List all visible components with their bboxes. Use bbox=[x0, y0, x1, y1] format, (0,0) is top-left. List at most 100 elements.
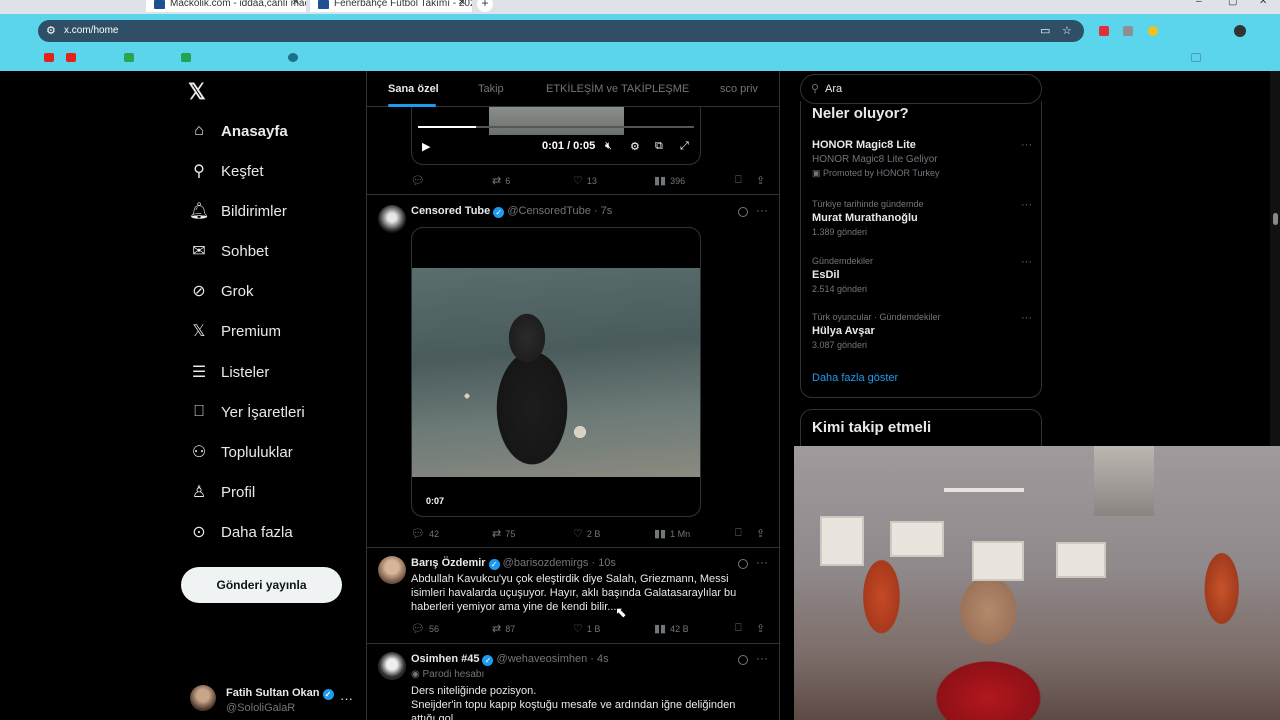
post-button[interactable]: Gönderi yayınla bbox=[181, 567, 342, 603]
tab-list-engagement[interactable]: ETKİLEŞİM ve TAKİPLEŞME bbox=[546, 83, 689, 95]
bookmark-icon[interactable] bbox=[288, 53, 298, 62]
more-icon[interactable]: ··· bbox=[1021, 139, 1032, 151]
reply-button[interactable]: 💬︎ 56 bbox=[411, 622, 439, 635]
trend-item[interactable]: Türk oyuncular · Gündemdekiler Hülya Avş… bbox=[812, 312, 1032, 350]
maximize-icon[interactable]: ▢ bbox=[1228, 0, 1237, 7]
author-handle[interactable]: @CensoredTube bbox=[507, 205, 591, 217]
like-button[interactable]: ♡ 13 bbox=[573, 174, 597, 187]
post-time[interactable]: · 10s bbox=[591, 557, 615, 569]
bookmark-icon[interactable] bbox=[44, 53, 54, 62]
new-tab-icon[interactable]: + bbox=[477, 0, 493, 12]
avatar[interactable] bbox=[378, 205, 406, 233]
like-button[interactable]: ♡ 2 B bbox=[573, 527, 600, 540]
nav-item-premium[interactable]: 𝕏 Premium bbox=[188, 316, 281, 346]
author-name[interactable]: Barış Özdemir bbox=[411, 557, 486, 569]
nav-item-bookmarks[interactable]: ⎕ Yer İşaretleri bbox=[188, 397, 304, 427]
pip-icon[interactable]: ⧉ bbox=[655, 140, 663, 153]
more-icon[interactable]: ··· bbox=[756, 651, 768, 665]
more-icon[interactable]: ··· bbox=[1021, 199, 1032, 211]
views-button[interactable]: ▮▮ 1 Mn bbox=[654, 527, 690, 540]
more-icon[interactable]: ··· bbox=[756, 555, 768, 569]
account-switcher[interactable]: Fatih Sultan Okan ✓ @SololiGalaR ··· bbox=[190, 685, 360, 715]
url-text[interactable]: x.com/home bbox=[64, 25, 118, 36]
tab-for-you[interactable]: Sana özel bbox=[388, 83, 439, 95]
scrollbar[interactable] bbox=[1270, 71, 1280, 446]
search-input[interactable]: ⚲ Ara bbox=[800, 74, 1042, 104]
author-handle[interactable]: @wehaveosimhen bbox=[497, 653, 588, 665]
address-bar[interactable]: ⚙ x.com/home ▭ ☆ bbox=[38, 20, 1084, 42]
bookmark-button[interactable]: ⎕ bbox=[735, 174, 746, 187]
mute-icon[interactable]: 🔇︎ bbox=[605, 140, 612, 153]
window-close-icon[interactable]: ✕ bbox=[1259, 0, 1267, 7]
reply-button[interactable]: 💬︎ 42 bbox=[411, 527, 439, 540]
browser-tab[interactable]: Fenerbahçe Futbol Takımı - 202 ✕ bbox=[310, 0, 472, 12]
folder-icon[interactable] bbox=[1191, 53, 1201, 62]
trend-item[interactable]: Türkiye tarihinde gündemde Murat Muratha… bbox=[812, 199, 1032, 237]
bookmark-button[interactable]: ⎕ bbox=[735, 527, 746, 540]
grok-icon[interactable] bbox=[738, 559, 748, 569]
nav-item-home[interactable]: ⌂ Anasayfa bbox=[188, 116, 288, 146]
star-icon[interactable]: ☆ bbox=[1062, 24, 1072, 37]
close-icon[interactable]: ✕ bbox=[458, 0, 466, 8]
trend-item[interactable]: HONOR Magic8 Lite HONOR Magic8 Lite Geli… bbox=[812, 139, 1032, 179]
post[interactable]: Censored Tube ✓ @CensoredTube · 7s ··· 0:… bbox=[367, 195, 779, 548]
bookmark-icon[interactable] bbox=[181, 53, 191, 62]
author-name[interactable]: Censored Tube bbox=[411, 205, 490, 217]
show-more-link[interactable]: Daha fazla göster bbox=[812, 372, 898, 384]
trend-item[interactable]: Gündemdekiler EsDil 2.514 gönderi ··· bbox=[812, 256, 1032, 294]
maps-bookmark-icon[interactable] bbox=[124, 53, 134, 62]
avatar[interactable] bbox=[378, 652, 406, 680]
author-name[interactable]: Osimhen #45 bbox=[411, 653, 479, 665]
post[interactable]: Barış Özdemir ✓ @barisozdemirgs · 10s ···… bbox=[367, 548, 779, 644]
bookmark-icon[interactable] bbox=[66, 53, 76, 62]
nav-item-notifications[interactable]: 🔔︎ Bildirimler bbox=[188, 196, 287, 226]
x-logo-icon[interactable]: 𝕏 bbox=[188, 79, 206, 105]
avatar[interactable] bbox=[378, 556, 406, 584]
nav-item-profile[interactable]: ♙ Profil bbox=[188, 477, 255, 507]
nav-item-communities[interactable]: ⚇ Topluluklar bbox=[188, 437, 293, 467]
more-icon[interactable]: ··· bbox=[1021, 256, 1032, 268]
share-button[interactable]: ⇪ bbox=[756, 527, 769, 540]
reply-button[interactable]: 💬︎ bbox=[411, 174, 429, 187]
share-button[interactable]: ⇪ bbox=[756, 622, 769, 635]
more-icon[interactable]: ··· bbox=[1021, 312, 1032, 324]
grok-icon[interactable] bbox=[738, 655, 748, 665]
video-progress-bar[interactable] bbox=[418, 126, 694, 128]
nav-item-lists[interactable]: ☰ Listeler bbox=[188, 357, 270, 387]
views-button[interactable]: ▮▮ 396 bbox=[654, 174, 685, 187]
tab-list-sco[interactable]: sco priv bbox=[720, 83, 758, 95]
share-button[interactable]: ⇪ bbox=[756, 174, 769, 187]
more-icon[interactable]: ··· bbox=[756, 203, 768, 217]
fullscreen-icon[interactable]: ⤢ bbox=[680, 140, 689, 153]
play-icon[interactable]: ▶ bbox=[422, 140, 430, 153]
browser-tab[interactable]: Mackolik.com - iddaa,canlı maç ✕ bbox=[146, 0, 306, 12]
extension-icon[interactable] bbox=[1123, 26, 1133, 36]
post-time[interactable]: · 4s bbox=[590, 653, 608, 665]
video-player[interactable]: 0:07 bbox=[411, 227, 701, 517]
extension-icon[interactable] bbox=[1148, 26, 1158, 36]
close-icon[interactable]: ✕ bbox=[292, 0, 300, 8]
scrollbar-thumb[interactable] bbox=[1273, 213, 1278, 225]
post-time[interactable]: · 7s bbox=[594, 205, 612, 217]
repost-button[interactable]: ⇄ 75 bbox=[492, 527, 515, 540]
settings-icon[interactable]: ⚙ bbox=[630, 140, 640, 153]
author-handle[interactable]: @barisozdemirgs bbox=[503, 557, 589, 569]
video-player[interactable]: ▶ 0:01 / 0:05 🔇︎ ⚙ ⧉ ⤢ bbox=[411, 107, 701, 165]
extension-icon[interactable] bbox=[1099, 26, 1109, 36]
repost-button[interactable]: ⇄ 6 bbox=[492, 174, 510, 187]
site-settings-icon[interactable]: ⚙ bbox=[46, 24, 56, 37]
minimize-icon[interactable]: – bbox=[1196, 0, 1202, 7]
install-app-icon[interactable]: ▭ bbox=[1040, 24, 1050, 37]
nav-item-grok[interactable]: ⊘ Grok bbox=[188, 276, 253, 306]
grok-icon[interactable] bbox=[738, 207, 748, 217]
nav-item-explore[interactable]: ⚲ Keşfet bbox=[188, 156, 263, 186]
repost-button[interactable]: ⇄ 87 bbox=[492, 622, 515, 635]
bookmark-button[interactable]: ⎕ bbox=[735, 622, 746, 635]
nav-item-more[interactable]: ⊙ Daha fazla bbox=[188, 517, 292, 547]
post[interactable]: Osimhen #45 ✓ @wehaveosimhen · 4s ··· ◉ P… bbox=[367, 644, 779, 720]
views-button[interactable]: ▮▮ 42 B bbox=[654, 622, 689, 635]
tab-following[interactable]: Takip bbox=[478, 83, 504, 95]
nav-item-chat[interactable]: ✉ Sohbet bbox=[188, 236, 268, 266]
more-icon[interactable]: ··· bbox=[340, 691, 353, 706]
profile-avatar-icon[interactable] bbox=[1234, 25, 1246, 37]
